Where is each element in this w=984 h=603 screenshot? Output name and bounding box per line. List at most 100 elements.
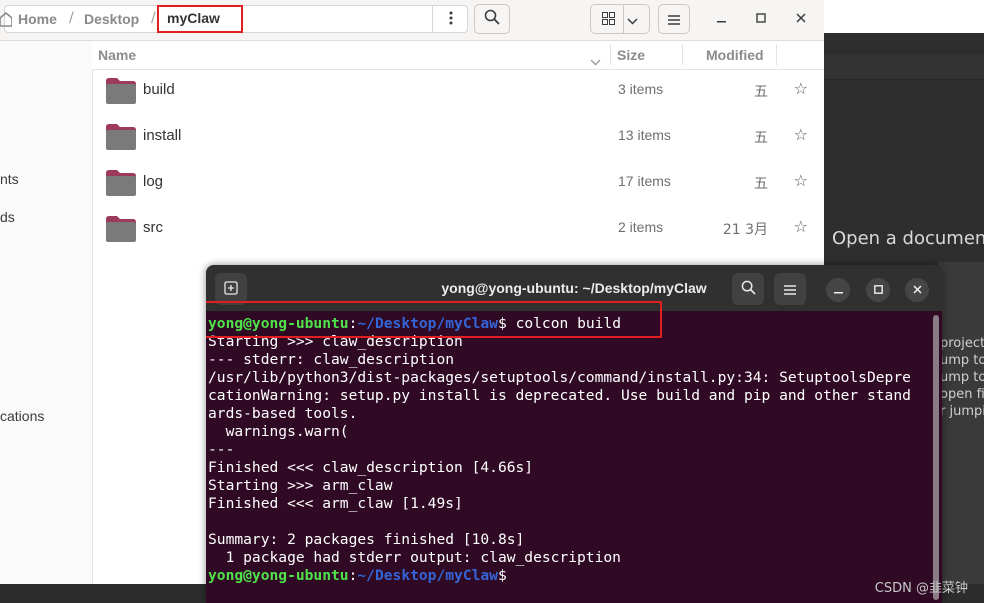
output-line: ---: [208, 441, 235, 458]
home-icon[interactable]: [0, 11, 13, 27]
file-modified: 21 3月: [722, 222, 768, 238]
output-line: 1 package had stderr output: claw_descri…: [208, 549, 621, 566]
list-item[interactable]: build 3 items 五 ☆: [92, 68, 824, 114]
column-size[interactable]: Size: [617, 47, 645, 63]
output-line: Starting >>> claw_description: [208, 333, 463, 350]
output-line: ards-based tools.: [208, 405, 358, 422]
output-line: Summary: 2 packages finished [10.8s]: [208, 531, 525, 548]
breadcrumb-separator: /: [151, 10, 156, 26]
file-name: install: [143, 127, 182, 144]
hamburger-icon: [784, 280, 796, 299]
open-document-text[interactable]: Open a documen: [832, 228, 984, 249]
terminal-search-button[interactable]: [732, 273, 764, 305]
file-modified: 五: [754, 130, 768, 146]
view-divider: [623, 5, 624, 33]
output-line: Finished <<< claw_description [4.66s]: [208, 459, 534, 476]
search-icon: [484, 9, 500, 29]
file-size: 2 items: [618, 219, 664, 235]
editor-tab-strip: [824, 55, 984, 80]
output-line: Finished <<< arm_claw [1.49s]: [208, 495, 463, 512]
terminal-output[interactable]: yong@yong-ubuntu:~/Desktop/myClaw$ colco…: [208, 315, 930, 603]
minimize-icon: [717, 12, 727, 27]
sidebar-item-documents[interactable]: nts: [0, 171, 19, 187]
column-header: Name Size Modified: [92, 41, 824, 70]
file-name: build: [143, 81, 175, 98]
hamburger-icon: [668, 10, 680, 29]
terminal-menu-button[interactable]: [774, 273, 806, 305]
breadcrumb-desktop[interactable]: Desktop: [84, 11, 139, 27]
terminal-maximize-button[interactable]: [866, 278, 890, 302]
star-icon[interactable]: ☆: [794, 79, 808, 98]
breadcrumb-current[interactable]: myClaw: [167, 10, 220, 26]
path-divider: [432, 5, 433, 33]
list-item[interactable]: src 2 items 21 3月 ☆: [92, 206, 824, 252]
list-item[interactable]: log 17 items 五 ☆: [92, 160, 824, 206]
prompt-path: ~/Desktop/myClaw: [357, 315, 498, 332]
vertical-dots-icon: [449, 10, 453, 29]
command-text: colcon build: [515, 315, 621, 332]
panel-line: open fi: [940, 387, 984, 402]
prompt-dollar: $: [497, 315, 516, 332]
star-icon[interactable]: ☆: [794, 125, 808, 144]
file-name: src: [143, 219, 163, 236]
panel-line: ump to: [940, 370, 984, 385]
chevron-down-icon: [627, 10, 638, 29]
star-icon[interactable]: ☆: [794, 217, 808, 236]
path-menu-button[interactable]: [436, 4, 466, 34]
column-divider: [610, 45, 611, 65]
folder-icon: [105, 123, 137, 151]
minimize-button[interactable]: [710, 8, 734, 30]
maximize-button[interactable]: [749, 8, 773, 30]
minimize-icon: [833, 283, 843, 297]
prompt-dollar: $: [497, 567, 507, 584]
column-modified[interactable]: Modified: [706, 47, 764, 63]
file-size: 17 items: [618, 173, 671, 189]
output-line: warnings.warn(: [208, 423, 349, 440]
close-icon: [796, 12, 806, 27]
column-name[interactable]: Name: [98, 47, 136, 63]
maximize-icon: [873, 283, 883, 297]
list-item[interactable]: install 13 items 五 ☆: [92, 114, 824, 160]
output-line: /usr/lib/python3/dist-packages/setuptool…: [208, 369, 911, 386]
terminal-close-button[interactable]: [905, 278, 929, 302]
close-icon: [912, 283, 922, 297]
terminal-window[interactable]: yong@yong-ubuntu: ~/Desktop/myClaw yong@…: [206, 265, 942, 603]
breadcrumb-separator: /: [69, 10, 74, 26]
main-menu-button[interactable]: [658, 4, 690, 34]
terminal-scrollbar[interactable]: [933, 315, 939, 600]
maximize-icon: [756, 12, 766, 27]
column-divider: [776, 45, 777, 65]
search-icon: [741, 280, 756, 299]
prompt-user: yong@yong-ubuntu: [208, 315, 349, 332]
file-size: 3 items: [618, 81, 664, 97]
sidebar: nts ds cations: [0, 41, 93, 584]
view-toggle-button[interactable]: [590, 4, 650, 34]
prompt-user: yong@yong-ubuntu: [208, 567, 349, 584]
close-button[interactable]: [789, 8, 813, 30]
sidebar-item-downloads[interactable]: ds: [0, 209, 15, 225]
file-name: log: [143, 173, 164, 190]
breadcrumb-home[interactable]: Home: [18, 11, 57, 27]
folder-icon: [105, 169, 137, 197]
column-divider: [682, 45, 683, 65]
terminal-header: yong@yong-ubuntu: ~/Desktop/myClaw: [206, 265, 942, 311]
header-bar: Home / Desktop / myClaw: [0, 0, 824, 41]
grid-view-icon: [602, 10, 615, 29]
star-icon[interactable]: ☆: [794, 171, 808, 190]
file-modified: 五: [754, 84, 768, 100]
folder-icon: [105, 77, 137, 105]
terminal-minimize-button[interactable]: [826, 278, 850, 302]
search-button[interactable]: [474, 4, 510, 34]
panel-line: r jumpi: [940, 404, 984, 419]
output-line: Starting >>> arm_claw: [208, 477, 393, 494]
prompt-line: yong@yong-ubuntu:~/Desktop/myClaw$: [208, 567, 930, 585]
output-line: cationWarning: setup.py install is depre…: [208, 387, 911, 404]
watermark: CSDN @韭菜钟: [874, 581, 968, 596]
panel-line: ump to: [940, 353, 984, 368]
editor-side-panel: [938, 262, 984, 603]
panel-line: project: [940, 336, 984, 351]
prompt-line: yong@yong-ubuntu:~/Desktop/myClaw$ colco…: [208, 315, 930, 333]
sidebar-item-applications[interactable]: cations: [0, 408, 44, 424]
folder-icon: [105, 215, 137, 243]
